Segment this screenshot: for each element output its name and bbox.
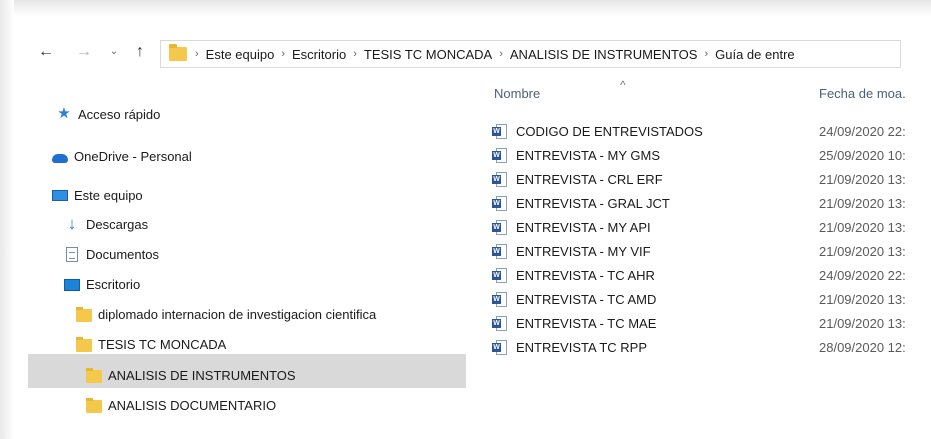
folder-icon [86, 397, 102, 413]
sidebar-item-folder-selected[interactable]: ANALISIS DE INSTRUMENTOS [86, 364, 296, 386]
chevron-right-icon[interactable]: › [277, 48, 289, 60]
sidebar-item-label: Documentos [86, 246, 159, 262]
file-date: 21/09/2020 13: [819, 243, 906, 259]
star-icon: ★ [57, 105, 71, 122]
file-date: 21/09/2020 13: [819, 171, 906, 187]
sidebar-item-desktop[interactable]: Escritorio [64, 273, 140, 295]
file-name: ENTREVISTA - MY GMS [516, 147, 660, 163]
file-row[interactable]: W CODIGO DE ENTREVISTADOS 24/09/2020 22: [492, 121, 931, 141]
word-document-icon: W [492, 291, 507, 307]
word-document-icon: W [492, 171, 507, 187]
sidebar-item-folder[interactable]: diplomado internacion de investigacion c… [76, 303, 376, 325]
sidebar-item-documents[interactable]: Documentos [64, 243, 159, 265]
file-row[interactable]: W ENTREVISTA - TC AHR 24/09/2020 22: [492, 265, 931, 285]
file-date: 21/09/2020 13: [819, 315, 906, 331]
sidebar-item-downloads[interactable]: ↓ Descargas [64, 213, 148, 235]
breadcrumb-item[interactable]: ANALISIS DE INSTRUMENTOS [507, 47, 701, 62]
breadcrumb-item[interactable]: Guía de entre [712, 47, 798, 62]
word-document-icon: W [492, 147, 507, 163]
folder-icon [86, 367, 102, 383]
file-row[interactable]: W ENTREVISTA - MY GMS 25/09/2020 10: [492, 145, 931, 165]
file-row[interactable]: W ENTREVISTA TC RPP 28/09/2020 12: [492, 337, 931, 357]
word-document-icon: W [492, 315, 507, 331]
sidebar-item-label: Este equipo [74, 187, 143, 203]
sidebar-item-quick-access[interactable]: ★ Acceso rápido [56, 103, 160, 125]
breadcrumb-item[interactable]: TESIS TC MONCADA [361, 47, 495, 62]
back-arrow-icon[interactable]: ← [36, 42, 56, 62]
file-date: 21/09/2020 13: [819, 291, 906, 307]
word-document-icon: W [492, 123, 507, 139]
breadcrumb: › Este equipo › Escritorio › TESIS TC MO… [161, 41, 798, 67]
file-date: 24/09/2020 22: [819, 267, 906, 283]
folder-icon [169, 44, 187, 61]
folder-icon [76, 306, 92, 322]
download-arrow-icon: ↓ [67, 214, 77, 233]
file-name: ENTREVISTA - TC AMD [516, 291, 657, 307]
chevron-right-icon[interactable]: › [700, 48, 712, 60]
sidebar-item-label: Descargas [86, 216, 149, 232]
address-bar[interactable]: › Este equipo › Escritorio › TESIS TC MO… [160, 40, 901, 68]
file-date: 28/09/2020 12: [819, 339, 906, 355]
column-header-date[interactable]: Fecha de moa. [819, 86, 906, 101]
sidebar-item-folder[interactable]: TESIS TC MONCADA [76, 333, 226, 355]
file-row[interactable]: W ENTREVISTA - CRL ERF 21/09/2020 13: [492, 169, 931, 189]
sidebar-item-onedrive[interactable]: OneDrive - Personal [52, 145, 192, 167]
breadcrumb-item[interactable]: Escritorio [289, 47, 349, 62]
recent-locations-chevron-icon[interactable]: ⌄ [104, 42, 124, 62]
file-name: ENTREVISTA - MY API [516, 219, 651, 235]
sidebar-item-this-pc[interactable]: Este equipo [52, 184, 143, 206]
chevron-right-icon[interactable]: › [349, 48, 361, 60]
file-name: ENTREVISTA - CRL ERF [516, 171, 663, 187]
file-date: 25/09/2020 10: [819, 147, 906, 163]
file-row[interactable]: W ENTREVISTA - MY API 21/09/2020 13: [492, 217, 931, 237]
sidebar-item-folder[interactable]: ANALISIS DOCUMENTARIO [86, 394, 276, 416]
file-date: 21/09/2020 13: [819, 219, 906, 235]
sidebar-item-label: TESIS TC MONCADA [98, 336, 227, 352]
file-row[interactable]: W ENTREVISTA - TC AMD 21/09/2020 13: [492, 289, 931, 309]
file-name: ENTREVISTA - TC AHR [516, 267, 655, 283]
file-name: ENTREVISTA - MY VIF [516, 243, 651, 259]
file-row[interactable]: W ENTREVISTA - MY VIF 21/09/2020 13: [492, 241, 931, 261]
file-explorer-window: ← → ⌄ ↑ › Este equipo › Escritorio › TES… [0, 0, 931, 439]
file-date: 21/09/2020 13: [819, 195, 906, 211]
cloud-icon [52, 153, 68, 163]
file-name: CODIGO DE ENTREVISTADOS [516, 123, 703, 139]
file-name: ENTREVISTA - GRAL JCT [516, 195, 670, 211]
sidebar-item-label: ANALISIS DE INSTRUMENTOS [108, 367, 296, 383]
chevron-right-icon[interactable]: › [191, 48, 203, 60]
word-document-icon: W [492, 243, 507, 259]
top-shadow [0, 0, 931, 16]
sidebar-item-label: ANALISIS DOCUMENTARIO [108, 397, 277, 413]
sort-ascending-icon: ^ [620, 78, 626, 92]
up-arrow-icon[interactable]: ↑ [130, 42, 150, 62]
file-row[interactable]: W ENTREVISTA - GRAL JCT 21/09/2020 13: [492, 193, 931, 213]
word-document-icon: W [492, 195, 507, 211]
breadcrumb-item[interactable]: Este equipo [203, 47, 278, 62]
chevron-right-icon[interactable]: › [495, 48, 507, 60]
forward-arrow-icon[interactable]: → [74, 42, 94, 62]
file-row[interactable]: W ENTREVISTA - TC MAE 21/09/2020 13: [492, 313, 931, 333]
word-document-icon: W [492, 339, 507, 355]
word-document-icon: W [492, 219, 507, 235]
folder-icon [76, 336, 92, 352]
sidebar-item-label: Acceso rápido [78, 106, 161, 122]
desktop-icon [64, 279, 80, 291]
file-date: 24/09/2020 22: [819, 123, 906, 139]
computer-icon [52, 190, 68, 201]
sidebar-item-label: diplomado internacion de investigacion c… [98, 306, 377, 322]
column-header-name[interactable]: Nombre [494, 86, 540, 101]
document-icon [66, 246, 78, 262]
navigation-bar: ← → ⌄ ↑ › Este equipo › Escritorio › TES… [0, 40, 931, 68]
file-name: ENTREVISTA - TC MAE [516, 315, 657, 331]
sidebar-item-label: Escritorio [86, 276, 141, 292]
sidebar-item-label: OneDrive - Personal [74, 148, 192, 164]
file-name: ENTREVISTA TC RPP [516, 339, 647, 355]
word-document-icon: W [492, 267, 507, 283]
